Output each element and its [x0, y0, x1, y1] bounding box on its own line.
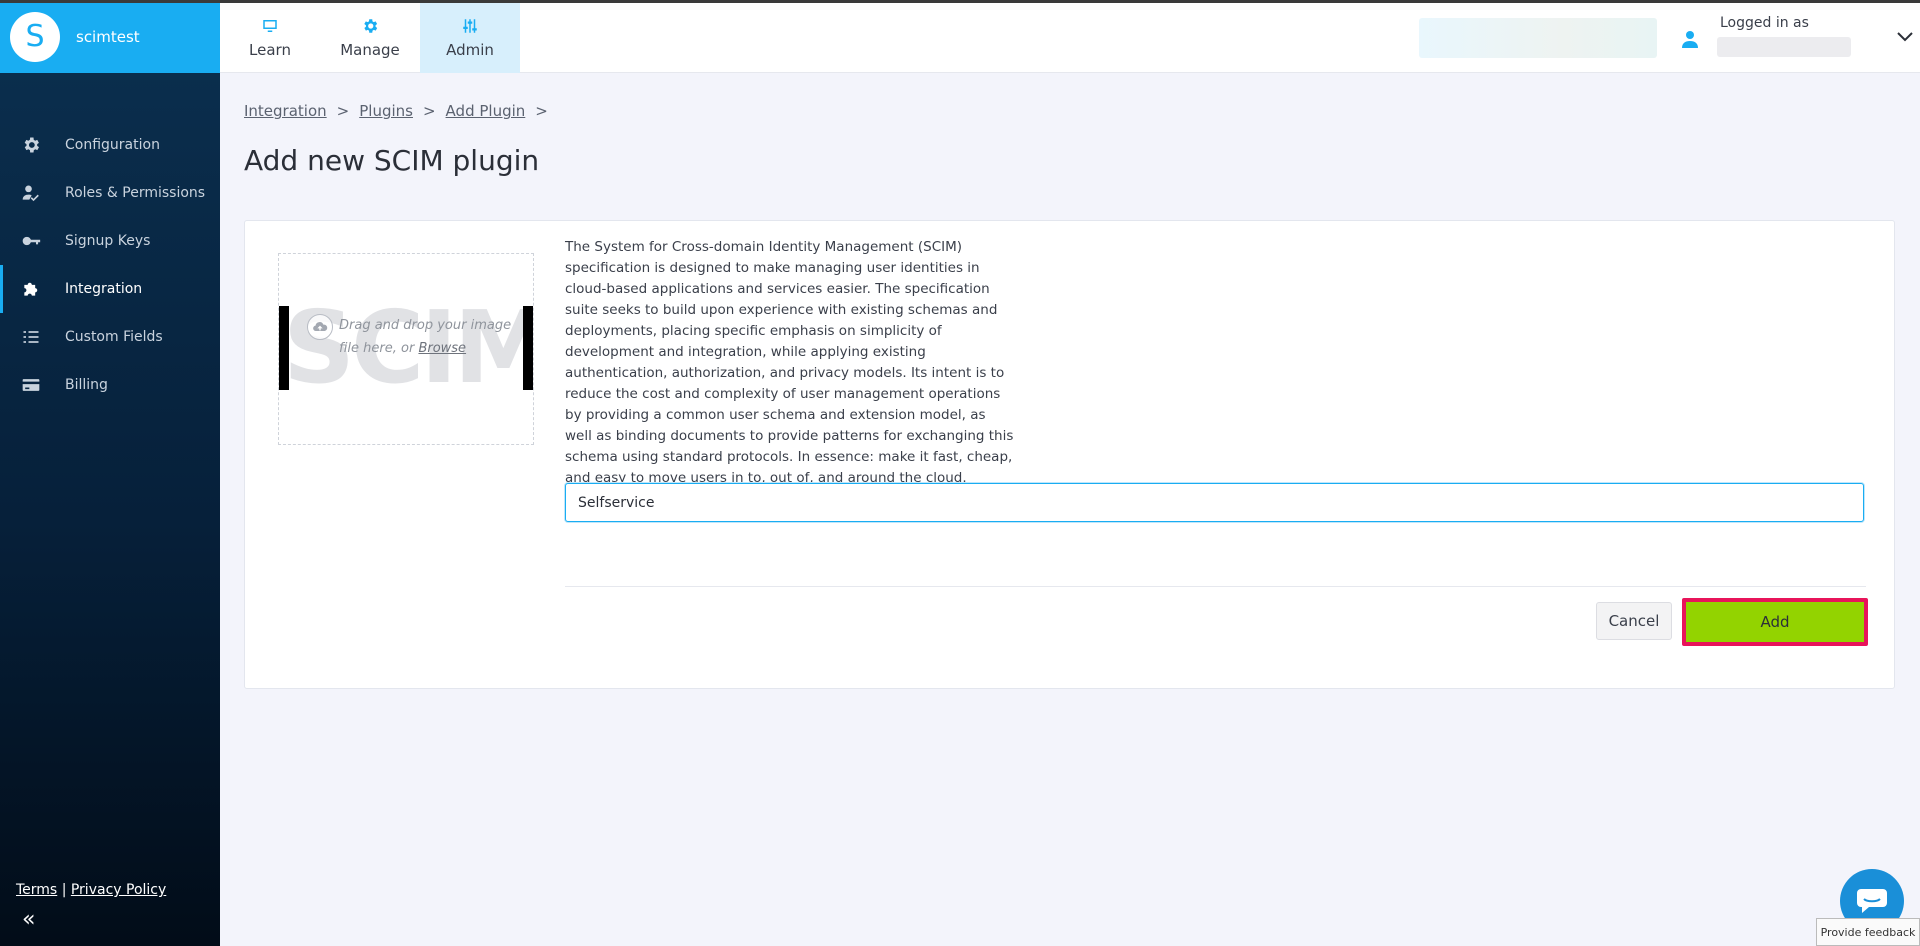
brand-header[interactable]: S scimtest [0, 0, 220, 73]
footer-links: Terms | Privacy Policy [16, 882, 166, 898]
tab-label: Admin [446, 41, 494, 59]
monitor-icon [263, 20, 277, 32]
user-check-icon [20, 182, 42, 204]
chat-bubble-icon [1857, 889, 1887, 913]
sidebar-item-configuration[interactable]: Configuration [0, 121, 220, 169]
provide-feedback-button[interactable]: Provide feedback [1816, 918, 1920, 946]
sidebar-item-roles-permissions[interactable]: Roles & Permissions [0, 169, 220, 217]
redacted-field [1419, 18, 1657, 58]
app-name: scimtest [76, 27, 140, 46]
tab-admin[interactable]: Admin [420, 3, 520, 73]
plugin-name-input[interactable] [565, 483, 1864, 522]
breadcrumb-add-plugin[interactable]: Add Plugin [446, 102, 526, 120]
window-top-border [0, 0, 1920, 3]
gear-icon [20, 134, 42, 156]
sidebar-item-billing[interactable]: Billing [0, 361, 220, 409]
cancel-button[interactable]: Cancel [1596, 602, 1672, 640]
dropzone-text: Drag and drop your image file here, or B… [339, 314, 529, 360]
sidebar-item-label: Custom Fields [65, 329, 163, 345]
breadcrumb-separator: > [336, 102, 350, 120]
gear-icon [364, 19, 378, 33]
browse-link[interactable]: Browse [418, 341, 466, 356]
sidebar-item-label: Roles & Permissions [65, 185, 206, 201]
breadcrumb-separator: > [535, 102, 548, 120]
tab-manage[interactable]: Manage [320, 3, 420, 73]
app-logo: S [10, 11, 60, 62]
sidebar-item-signup-keys[interactable]: Signup Keys [0, 217, 220, 265]
sidebar-nav: Configuration Roles & Permissions Signup… [0, 121, 220, 409]
credit-card-icon [20, 374, 42, 396]
collapse-sidebar-icon[interactable]: « [22, 907, 35, 932]
key-icon [20, 230, 42, 252]
breadcrumb-plugins[interactable]: Plugins [359, 102, 413, 120]
breadcrumb-integration[interactable]: Integration [244, 102, 327, 120]
tab-label: Learn [249, 41, 291, 59]
terms-link[interactable]: Terms [16, 882, 57, 898]
logged-in-label: Logged in as [1720, 15, 1809, 31]
sidebar-item-label: Billing [65, 377, 108, 393]
image-dropzone[interactable]: SCIM Drag and drop your image file here,… [278, 253, 534, 445]
upload-cloud-icon [307, 314, 333, 340]
sidebar-item-label: Configuration [65, 137, 160, 153]
tab-label: Manage [340, 41, 400, 59]
plugin-form-card: SCIM Drag and drop your image file here,… [244, 220, 1895, 689]
plugin-description: The System for Cross-domain Identity Man… [565, 239, 1014, 486]
breadcrumb-separator: > [422, 102, 436, 120]
footer-separator: | [61, 882, 67, 898]
sliders-icon [463, 19, 477, 33]
sidebar-item-integration[interactable]: Integration [0, 265, 220, 313]
list-icon [20, 326, 42, 348]
sidebar: S scimtest Configuration Roles & Permiss… [0, 0, 220, 946]
user-icon [1682, 30, 1698, 52]
tab-learn[interactable]: Learn [220, 3, 320, 73]
sidebar-item-label: Integration [65, 281, 143, 297]
chevron-down-icon[interactable] [1895, 26, 1915, 50]
page-title: Add new SCIM plugin [244, 144, 540, 177]
sidebar-item-custom-fields[interactable]: Custom Fields [0, 313, 220, 361]
puzzle-icon [20, 278, 42, 300]
redacted-username [1717, 37, 1851, 57]
privacy-policy-link[interactable]: Privacy Policy [71, 882, 166, 898]
breadcrumb: Integration > Plugins > Add Plugin > [244, 102, 558, 120]
top-bar: Learn Manage Admin Logged in as [220, 0, 1920, 73]
divider [565, 586, 1866, 587]
sidebar-item-label: Signup Keys [65, 233, 151, 249]
add-button[interactable]: Add [1682, 598, 1868, 646]
